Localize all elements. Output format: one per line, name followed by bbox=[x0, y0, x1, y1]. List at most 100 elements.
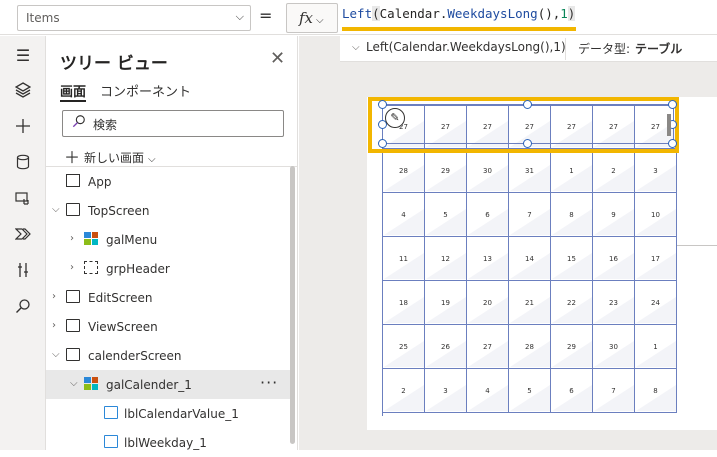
calendar-day-cell[interactable]: 4 bbox=[383, 193, 425, 237]
resize-handle[interactable] bbox=[378, 100, 387, 109]
calendar-day-cell[interactable]: 29 bbox=[551, 325, 593, 369]
pencil-icon[interactable]: ✎ bbox=[385, 108, 405, 128]
chevron-right-icon[interactable]: › bbox=[70, 262, 74, 273]
calendar-day-cell[interactable]: 5 bbox=[425, 193, 467, 237]
calendar-day-cell[interactable]: 12 bbox=[425, 237, 467, 281]
tree-item-editscreen[interactable]: › EditScreen bbox=[46, 283, 290, 312]
resize-handle[interactable] bbox=[668, 100, 677, 109]
calendar-day-number: 3 bbox=[443, 387, 448, 395]
tree-item-lblcalendarvalue[interactable]: lblCalendarValue_1 bbox=[46, 399, 290, 428]
calendar-day-cell[interactable]: 16 bbox=[593, 237, 635, 281]
tree-item-label: ViewScreen bbox=[88, 320, 158, 334]
calendar-day-cell[interactable]: 7 bbox=[593, 369, 635, 413]
chevron-right-icon[interactable]: › bbox=[70, 233, 74, 244]
tree-item-label: grpHeader bbox=[106, 262, 170, 276]
calendar-day-number: 3 bbox=[653, 167, 658, 175]
calendar-day-cell[interactable]: 10 bbox=[635, 193, 677, 237]
calendar-day-cell[interactable]: 3 bbox=[425, 369, 467, 413]
tree-item-grpheader[interactable]: › grpHeader bbox=[46, 254, 290, 283]
formula-input[interactable]: Left(Calendar.WeekdaysLong(),1) bbox=[342, 3, 717, 29]
calendar-day-cell[interactable]: 15 bbox=[551, 237, 593, 281]
resize-handle[interactable] bbox=[668, 139, 677, 148]
calendar-day-cell[interactable]: 26 bbox=[425, 325, 467, 369]
search-input[interactable]: 検索 bbox=[62, 110, 284, 137]
calendar-day-cell[interactable]: 30 bbox=[593, 325, 635, 369]
resize-handle[interactable] bbox=[378, 139, 387, 148]
calendar-day-number: 22 bbox=[567, 299, 576, 307]
calendar-day-cell[interactable]: 24 bbox=[635, 281, 677, 325]
calendar-day-cell[interactable]: 27 bbox=[467, 325, 509, 369]
calendar-day-cell[interactable]: 1 bbox=[551, 149, 593, 193]
tree-item-app[interactable]: App bbox=[46, 167, 290, 196]
calendar-day-cell[interactable]: 18 bbox=[383, 281, 425, 325]
calendar-day-cell[interactable]: 9 bbox=[593, 193, 635, 237]
calendar-day-cell[interactable]: 7 bbox=[509, 193, 551, 237]
fx-button[interactable]: fx ⌵ bbox=[286, 3, 338, 33]
tree-item-galcalender[interactable]: ⌵ galCalender_1 ··· bbox=[46, 370, 290, 399]
calendar-day-cell[interactable]: 28 bbox=[383, 149, 425, 193]
add-icon[interactable] bbox=[13, 118, 33, 138]
calendar-day-cell[interactable]: 19 bbox=[425, 281, 467, 325]
calendar-day-cell[interactable]: 1 bbox=[635, 325, 677, 369]
more-options-icon[interactable]: ··· bbox=[260, 373, 278, 392]
calendar-day-cell[interactable]: 3 bbox=[635, 149, 677, 193]
calendar-day-cell[interactable]: 8 bbox=[551, 193, 593, 237]
tree-item-lblweekday[interactable]: lblWeekday_1 bbox=[46, 428, 290, 457]
calendar-day-cell[interactable]: 30 bbox=[467, 149, 509, 193]
new-screen-button[interactable]: ＋新しい画面 ⌵ bbox=[64, 144, 156, 168]
chevron-right-icon[interactable]: › bbox=[52, 291, 56, 302]
calendar-day-cell[interactable]: 29 bbox=[425, 149, 467, 193]
calendar-day-cell[interactable]: 17 bbox=[635, 237, 677, 281]
formula-token-left: Left bbox=[342, 6, 373, 21]
calendar-day-cell[interactable]: 31 bbox=[509, 149, 551, 193]
hamburger-icon[interactable]: ☰ bbox=[13, 46, 33, 66]
formula-token-paren-close: ) bbox=[567, 6, 576, 21]
calendar-day-cell[interactable]: 6 bbox=[551, 369, 593, 413]
calendar-day-cell[interactable]: 4 bbox=[467, 369, 509, 413]
calendar-day-cell[interactable]: 14 bbox=[509, 237, 551, 281]
calendar-day-cell[interactable]: 2 bbox=[593, 149, 635, 193]
calendar-day-cell[interactable]: 5 bbox=[509, 369, 551, 413]
layers-icon[interactable] bbox=[13, 82, 33, 102]
calendar-day-number: 9 bbox=[611, 211, 616, 219]
advanced-tools-icon[interactable] bbox=[13, 262, 33, 282]
calendar-day-number: 2 bbox=[401, 387, 406, 395]
media-icon[interactable] bbox=[13, 190, 33, 210]
close-icon[interactable]: ✕ bbox=[270, 48, 285, 69]
calendar-day-number: 30 bbox=[483, 167, 492, 175]
calendar-day-cell[interactable]: 22 bbox=[551, 281, 593, 325]
resize-handle[interactable] bbox=[523, 100, 532, 109]
calendar-day-number: 29 bbox=[567, 343, 576, 351]
chevron-down-icon[interactable]: ⌵ bbox=[52, 204, 60, 215]
chevron-down-icon[interactable]: ⌵ bbox=[70, 378, 78, 389]
calendar-day-cell[interactable]: 11 bbox=[383, 237, 425, 281]
calendar-day-cell[interactable]: 6 bbox=[467, 193, 509, 237]
tree-item-galmenu[interactable]: › galMenu bbox=[46, 225, 290, 254]
chevron-down-icon[interactable]: ⌵ bbox=[52, 349, 60, 360]
tab-screens[interactable]: 画面 bbox=[60, 81, 86, 100]
calendar-day-number: 21 bbox=[525, 299, 534, 307]
calendar-day-cell[interactable]: 25 bbox=[383, 325, 425, 369]
calendar-day-cell[interactable]: 8 bbox=[635, 369, 677, 413]
tab-components[interactable]: コンポーネント bbox=[100, 81, 191, 100]
database-icon[interactable] bbox=[13, 154, 33, 174]
tree-item-label: TopScreen bbox=[88, 204, 150, 218]
calendar-day-cell[interactable]: 2 bbox=[383, 369, 425, 413]
gallery-scrollbar[interactable] bbox=[667, 114, 671, 136]
calendar-day-cell[interactable]: 21 bbox=[509, 281, 551, 325]
power-automate-icon[interactable] bbox=[13, 226, 33, 246]
calendar-day-cell[interactable]: 23 bbox=[593, 281, 635, 325]
resize-handle[interactable] bbox=[523, 139, 532, 148]
calendar-day-cell[interactable]: 13 bbox=[467, 237, 509, 281]
calendar-day-number: 6 bbox=[485, 211, 490, 219]
search-icon[interactable] bbox=[13, 298, 33, 318]
chevron-right-icon[interactable]: › bbox=[52, 320, 56, 331]
tree-item-calenderscreen[interactable]: ⌵ calenderScreen bbox=[46, 341, 290, 370]
chevron-down-icon[interactable]: ⌵ bbox=[352, 42, 360, 53]
tree-item-viewscreen[interactable]: › ViewScreen bbox=[46, 312, 290, 341]
calendar-day-cell[interactable]: 28 bbox=[509, 325, 551, 369]
property-dropdown[interactable]: Items ⌵ bbox=[17, 5, 251, 31]
tree-scrollbar[interactable] bbox=[290, 166, 295, 444]
calendar-day-cell[interactable]: 20 bbox=[467, 281, 509, 325]
tree-item-topscreen[interactable]: ⌵ TopScreen bbox=[46, 196, 290, 225]
